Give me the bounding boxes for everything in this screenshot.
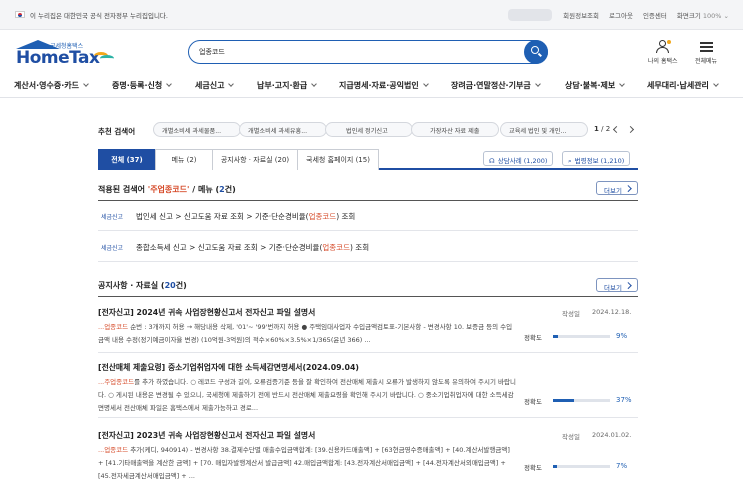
hometax-logo[interactable]: 국세청홈택스 HomeTax	[14, 38, 124, 68]
notice-date: 2024.01.02.	[592, 431, 632, 439]
notice-date: 2024.12.18.	[592, 308, 632, 316]
nav-item-incentives[interactable]: 장려금·연말정산·기부금	[451, 80, 541, 91]
accuracy-bar	[553, 465, 610, 468]
notice-body: ...업종코드 순번 : 3개까지 허용 → 해당내용 삭제, '01'~ '9…	[98, 323, 513, 344]
tab-menu[interactable]: 메뉴 (2)	[155, 149, 213, 170]
chevron-down-icon: ⌄	[723, 12, 729, 20]
notice-title[interactable]: [전산매체 제출요령] 중소기업취업자에 대한 소득세감면명세서(2024.09…	[98, 362, 359, 373]
accuracy-label: 정확도	[524, 464, 542, 472]
date-label: 작성일	[562, 310, 580, 318]
notice-title[interactable]: [전자신고] 2024년 귀속 사업장현황신고서 전자신고 파일 설명서	[98, 307, 315, 318]
notice-body: ...주업종코드를 추가 하였습니다. ○ 레코드 구성과 길이, 오류검증기준…	[98, 378, 516, 412]
zoom-value: 100%	[702, 12, 722, 20]
nav-item-invoices[interactable]: 계산서·영수증·카드	[14, 80, 89, 91]
consult-cases-button[interactable]: ☊ 상담사례 (1,200)	[483, 151, 554, 166]
pager-total: 2	[605, 125, 611, 133]
chevron-down-icon	[228, 81, 235, 87]
chevron-down-icon	[713, 81, 719, 87]
logout-link[interactable]: 로그아웃	[609, 10, 633, 20]
notice-more-button[interactable]: 더보기	[596, 278, 638, 292]
my-hometax-label: 나의 홈택스	[648, 58, 678, 65]
nav-item-statements[interactable]: 지급명세·자료·공익법인	[339, 80, 429, 91]
applied-keyword-title: 적용된 검색어 '주업종코드' / 메뉴 (2건)	[98, 185, 236, 194]
notice-row: [전산매체 제출요령] 중소기업취업자에 대한 소득세감면명세서(2024.09…	[98, 362, 638, 418]
nav-item-counsel[interactable]: 상담·불복·제보	[565, 80, 626, 91]
search-input[interactable]	[199, 46, 509, 58]
recommended-chip[interactable]: 개별소비세 과세물품...	[153, 122, 241, 137]
recommended-chip[interactable]: 법인세 정기신고	[325, 122, 413, 137]
tab-all[interactable]: 전체 (37)	[98, 149, 156, 170]
list-item[interactable]: 세금신고 종합소득세 신고 > 신고도움 자료 조회 > 기준·단순경비율(업종…	[98, 232, 638, 262]
chevron-down-icon	[534, 81, 541, 87]
nav-item-agent[interactable]: 세무대리·납세관리	[647, 80, 719, 91]
tab-notices[interactable]: 공지사항 · 자료실 (20)	[212, 149, 298, 170]
nav-item-certificates[interactable]: 증명·등록·신청	[112, 80, 173, 91]
law-info-button[interactable]: ⌕ 법령정보 (1,210)	[562, 151, 631, 166]
accuracy-value: 7%	[616, 462, 628, 470]
notice-body: ...업종코드 추가(케디, 940914) - 변경사항 38.결제수단별 매…	[98, 446, 510, 480]
notice-title[interactable]: [전자신고] 2023년 귀속 사업장현황신고서 전자신고 파일 설명서	[98, 430, 315, 441]
gov-links: 회원정보조회 로그아웃 인증센터 화면크기 100% ⌄	[563, 10, 729, 20]
chevron-down-icon	[619, 81, 626, 87]
chevron-down-icon	[83, 81, 89, 87]
gov-banner-text: 이 누리집은 대한민국 공식 전자정부 누리집입니다.	[30, 12, 168, 20]
accuracy-bar	[553, 399, 610, 402]
all-menu-button[interactable]: 전체메뉴	[695, 40, 717, 65]
swoosh-icon	[94, 50, 116, 62]
menu-path[interactable]: 종합소득세 신고 > 신고도움 자료 조회 > 기준·단순경비율(업종코드) 조…	[136, 242, 369, 253]
chevron-down-icon	[422, 81, 429, 87]
search-button[interactable]	[524, 39, 548, 64]
search-icon: ⌕	[568, 157, 572, 165]
chevron-right-icon[interactable]	[626, 125, 635, 134]
menu-path[interactable]: 법인세 신고 > 신고도움 자료 조회 > 기준·단순경비율(업종코드) 조회	[136, 211, 355, 222]
nav-item-tax-filing[interactable]: 세금신고	[195, 80, 235, 91]
date-label: 작성일	[562, 433, 580, 441]
recommended-chip[interactable]: 가장자산 자료 제출	[411, 122, 499, 137]
notice-count: 20	[164, 281, 176, 290]
result-tabs: 전체 (37) 메뉴 (2) 공지사항 · 자료실 (20) 국세청 홈페이지 …	[98, 149, 638, 170]
korea-flag-icon	[15, 11, 25, 18]
logo-wordmark: HomeTax	[16, 48, 100, 68]
all-menu-label: 전체메뉴	[695, 58, 718, 65]
recommended-chip[interactable]: 교육세 법인 및 개인...	[500, 122, 588, 137]
zoom-control[interactable]: 화면크기 100% ⌄	[677, 10, 729, 20]
member-info-link[interactable]: 회원정보조회	[563, 10, 599, 20]
menu-category-tag: 세금신고	[101, 245, 124, 252]
applied-keyword: '주업종코드'	[147, 185, 190, 194]
pager-current: 1	[594, 125, 599, 133]
notice-row: [전자신고] 2023년 귀속 사업장현황신고서 전자신고 파일 설명서 ...…	[98, 430, 638, 486]
notice-row: [전자신고] 2024년 귀속 사업장현황신고서 전자신고 파일 설명서 ...…	[98, 307, 638, 353]
accuracy-bar	[553, 335, 610, 338]
chevron-down-icon	[311, 81, 318, 87]
chevron-left-icon[interactable]	[612, 125, 621, 134]
tab-nts-homepage[interactable]: 국세청 홈페이지 (15)	[297, 149, 379, 170]
gov-banner: 이 누리집은 대한민국 공식 전자정부 누리집입니다. 회원정보조회 로그아웃 …	[0, 0, 743, 30]
accuracy-label: 정확도	[524, 398, 542, 406]
cert-center-link[interactable]: 인증센터	[643, 10, 667, 20]
recommended-label: 추천 검색어	[98, 127, 136, 136]
menu-category-tag: 세금신고	[101, 214, 124, 221]
notice-section-title: 공지사항 · 자료실 (20건)	[98, 281, 187, 290]
main-nav: 계산서·영수증·카드 증명·등록·신청 세금신고 납부·고지·환급 지급명세·자…	[0, 72, 743, 98]
recommended-chip[interactable]: 개별소비세 과세유흥...	[239, 122, 327, 137]
chevron-down-icon	[166, 81, 173, 87]
zoom-label: 화면크기	[676, 12, 701, 20]
search-box	[188, 39, 548, 64]
headset-icon: ☊	[489, 157, 495, 165]
accuracy-value: 37%	[616, 396, 632, 404]
recommended-pager: 1 / 2	[594, 125, 611, 133]
user-name-redacted	[508, 9, 552, 21]
list-item[interactable]: 세금신고 법인세 신고 > 신고도움 자료 조회 > 기준·단순경비율(업종코드…	[98, 201, 638, 231]
nav-item-payment[interactable]: 납부·고지·환급	[257, 80, 318, 91]
user-icon	[655, 40, 671, 53]
menu-more-button[interactable]: 더보기	[596, 181, 638, 195]
accuracy-label: 정확도	[524, 334, 542, 342]
my-hometax-button[interactable]: 나의 홈택스	[648, 40, 678, 65]
hamburger-icon	[699, 41, 713, 53]
accuracy-value: 9%	[616, 332, 628, 340]
